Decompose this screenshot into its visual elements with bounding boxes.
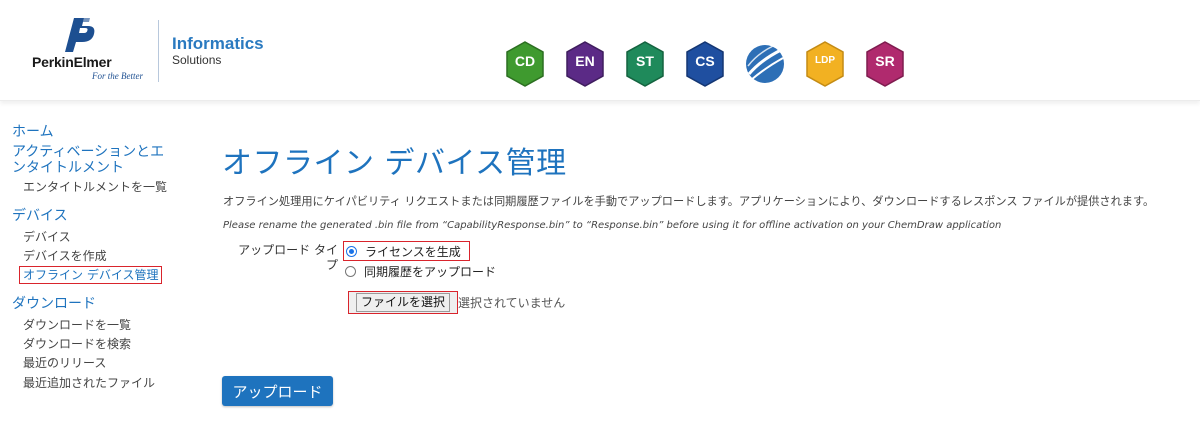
enotebook-hex-icon[interactable]: EN xyxy=(563,40,607,88)
sidebar-item-recent-releases[interactable]: 最近のリリース xyxy=(23,356,106,370)
page-title: オフライン デバイス管理 xyxy=(222,146,567,181)
radio-upload-sync-history[interactable]: 同期履歴をアップロード xyxy=(345,262,496,280)
radio-checked-icon[interactable] xyxy=(346,245,357,257)
upload-button[interactable]: アップロード xyxy=(222,376,333,406)
sidebar-item-entitlement-list[interactable]: エンタイトルメントを一覧 xyxy=(23,180,167,194)
radio-label: 同期履歴をアップロード xyxy=(364,264,497,279)
ldp-hex-icon[interactable]: LDP xyxy=(803,40,847,88)
division-subtitle: Solutions xyxy=(172,53,222,67)
signals-hex-icon[interactable]: ST xyxy=(623,40,667,88)
sidebar-item-download-search[interactable]: ダウンロードを検索 xyxy=(23,337,131,351)
radio-label: ライセンスを生成 xyxy=(365,244,461,259)
sidebar-item-download-list[interactable]: ダウンロードを一覧 xyxy=(23,318,131,332)
brand-tagline: For the Better xyxy=(92,71,143,81)
perkinelmer-logo[interactable]: PerkinElmer For the Better xyxy=(32,16,162,86)
chemscript-hex-icon[interactable]: CS xyxy=(683,40,727,88)
brand-name: PerkinElmer xyxy=(32,54,112,70)
sidebar-item-create-device[interactable]: デバイスを作成 xyxy=(23,249,107,263)
radio-unchecked-icon[interactable] xyxy=(345,265,356,277)
sidebar-activation-link[interactable]: アクティベーションとエンタイトルメント xyxy=(12,144,172,176)
sidebar-home-link[interactable]: ホーム xyxy=(12,124,54,140)
page-description: オフライン処理用にケイパビリティ リクエストまたは同期履歴ファイルを手動でアップ… xyxy=(223,195,1155,208)
sidebar-item-devices[interactable]: デバイス xyxy=(23,230,71,244)
radio-generate-license[interactable]: ライセンスを生成 xyxy=(343,241,470,261)
sr-hex-icon[interactable]: SR xyxy=(863,40,907,88)
sidebar-downloads-link[interactable]: ダウンロード xyxy=(12,296,96,312)
top-header: PerkinElmer For the Better Informatics S… xyxy=(0,0,1200,101)
sidebar-devices-link[interactable]: デバイス xyxy=(12,208,68,224)
sidebar-item-recent-files[interactable]: 最近追加されたファイル xyxy=(23,376,155,390)
file-status-text: 選択されていません xyxy=(458,296,566,310)
sidebar-item-offline-device-management[interactable]: オフライン デバイス管理 xyxy=(19,266,163,284)
division-name: Informatics xyxy=(172,34,264,53)
upload-type-label: アップロード タイプ xyxy=(238,243,338,272)
header-divider xyxy=(158,20,159,82)
perkinelmer-mark-icon xyxy=(65,18,95,52)
choose-file-button[interactable]: ファイルを選択 xyxy=(348,291,459,314)
chemdraw-hex-icon[interactable]: CD xyxy=(503,40,547,88)
rename-note: Please rename the generated .bin file fr… xyxy=(223,220,1002,231)
spotfire-globe-icon[interactable] xyxy=(743,40,787,88)
